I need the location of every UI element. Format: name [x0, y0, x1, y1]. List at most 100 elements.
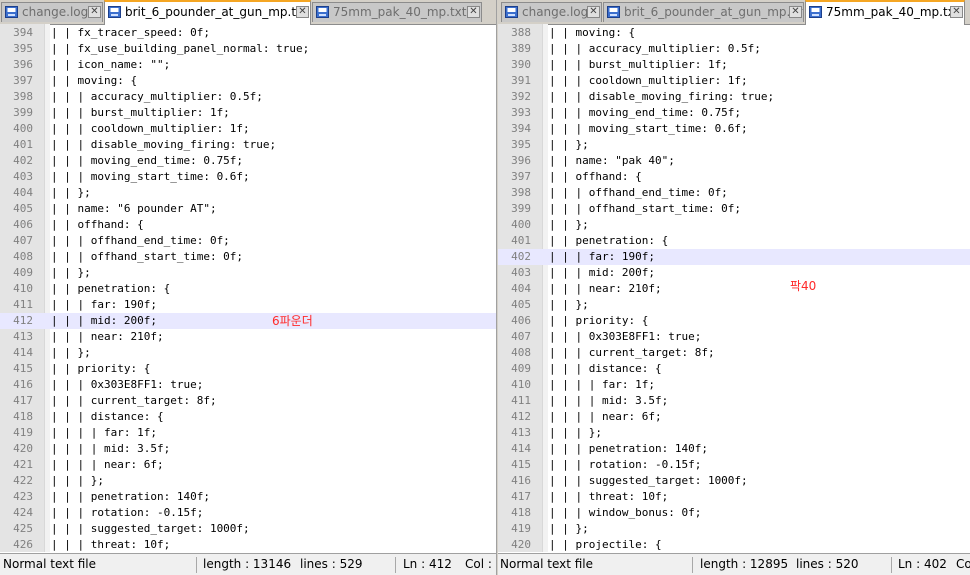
code-line[interactable]: 405 | | }; — [498, 297, 970, 313]
tab-brit-6-pounder[interactable]: brit_6_pounder_at_gun_mp.txt ✕ — [603, 2, 804, 22]
code-line[interactable]: 403 | | | mid: 200f; — [498, 265, 970, 281]
close-icon[interactable]: ✕ — [950, 6, 963, 18]
code-line[interactable]: 397 | | offhand: { — [498, 169, 970, 185]
code-line[interactable]: 401 | | | disable_moving_firing: true; — [0, 137, 496, 153]
code-line[interactable]: 406 | | offhand: { — [0, 217, 496, 233]
code-line[interactable]: 423 | | | penetration: 140f; — [0, 489, 496, 505]
code-line[interactable]: 401 | | penetration: { — [498, 233, 970, 249]
status-file-type: Normal text file — [3, 557, 97, 571]
code-line[interactable]: 424 | | | rotation: -0.15f; — [0, 505, 496, 521]
code-text: | | | moving_end_time: 0.75f; — [549, 106, 742, 119]
tab-change-log[interactable]: change.log ✕ — [501, 2, 602, 22]
code-text: | | | suggested_target: 1000f; — [51, 522, 250, 535]
code-line[interactable]: 388 | | moving: { — [498, 25, 970, 41]
code-line[interactable]: 393 | | | moving_end_time: 0.75f; — [498, 105, 970, 121]
code-line[interactable]: 418 | | | distance: { — [0, 409, 496, 425]
code-line[interactable]: 411 | | | | mid: 3.5f; — [498, 393, 970, 409]
code-line[interactable]: 400 | | | cooldown_multiplier: 1f; — [0, 121, 496, 137]
code-line[interactable]: 409 | | | distance: { — [498, 361, 970, 377]
file-icon — [809, 6, 822, 18]
code-text: | | | penetration: 140f; — [549, 442, 708, 455]
text-editor[interactable]: 388 | | moving: {389 | | | accuracy_multip… — [498, 24, 970, 552]
tab-pak-40[interactable]: 75mm_pak_40_mp.txt ✕ — [312, 2, 482, 22]
code-line[interactable]: 414 | | | penetration: 140f; — [498, 441, 970, 457]
close-icon[interactable]: ✕ — [88, 6, 101, 18]
code-line[interactable]: 414 | | }; — [0, 345, 496, 361]
close-icon[interactable]: ✕ — [789, 6, 802, 18]
code-line[interactable]: 417 | | | threat: 10f; — [498, 489, 970, 505]
code-line[interactable]: 420 | | projectile: { — [498, 537, 970, 552]
code-line[interactable]: 407 | | | offhand_end_time: 0f; — [0, 233, 496, 249]
file-icon — [316, 6, 329, 18]
code-line[interactable]: 413 | | | near: 210f; — [0, 329, 496, 345]
code-line[interactable]: 410 | | | | far: 1f; — [498, 377, 970, 393]
line-number: 415 — [13, 362, 33, 375]
code-line[interactable]: 408 | | | offhand_start_time: 0f; — [0, 249, 496, 265]
status-lines: lines : 520 — [796, 557, 859, 571]
code-line[interactable]: 390 | | | burst_multiplier: 1f; — [498, 57, 970, 73]
close-icon[interactable]: ✕ — [296, 6, 309, 18]
code-line[interactable]: 396 | | icon_name: ""; — [0, 57, 496, 73]
tab-change-log[interactable]: change.log ✕ — [1, 2, 103, 22]
code-line[interactable]: 396 | | name: "pak 40"; — [498, 153, 970, 169]
line-number: 415 — [511, 458, 531, 471]
code-line[interactable]: 404 | | | near: 210f; — [498, 281, 970, 297]
code-line[interactable]: 398 | | | offhand_end_time: 0f; — [498, 185, 970, 201]
code-line[interactable]: 413 | | | }; — [498, 425, 970, 441]
code-line[interactable]: 417 | | | current_target: 8f; — [0, 393, 496, 409]
file-icon — [505, 6, 518, 18]
code-line[interactable]: 421 | | | | near: 6f; — [0, 457, 496, 473]
code-line[interactable]: 392 | | | disable_moving_firing: true; — [498, 89, 970, 105]
tab-brit-6-pounder[interactable]: brit_6_pounder_at_gun_mp.txt ✕ — [104, 0, 311, 25]
code-line[interactable]: 420 | | | | mid: 3.5f; — [0, 441, 496, 457]
code-line[interactable]: 425 | | | suggested_target: 1000f; — [0, 521, 496, 537]
code-line[interactable]: 415 | | | rotation: -0.15f; — [498, 457, 970, 473]
code-line[interactable]: 397 | | moving: { — [0, 73, 496, 89]
code-line[interactable]: 426 | | | threat: 10f; — [0, 537, 496, 552]
code-text: | | | | mid: 3.5f; — [549, 394, 669, 407]
tab-pak-40[interactable]: 75mm_pak_40_mp.txt ✕ — [805, 0, 965, 25]
code-line[interactable]: 406 | | priority: { — [498, 313, 970, 329]
code-line[interactable]: 419 | | }; — [498, 521, 970, 537]
code-line[interactable]: 418 | | | window_bonus: 0f; — [498, 505, 970, 521]
code-line[interactable]: 395 | | }; — [498, 137, 970, 153]
line-number: 397 — [13, 74, 33, 87]
line-number: 409 — [511, 362, 531, 375]
code-line[interactable]: 399 | | | burst_multiplier: 1f; — [0, 105, 496, 121]
code-line[interactable]: 419 | | | | far: 1f; — [0, 425, 496, 441]
code-text: | | | offhand_start_time: 0f; — [549, 202, 742, 215]
code-line[interactable]: 394 | | fx_tracer_speed: 0f; — [0, 25, 496, 41]
code-line[interactable]: 389 | | | accuracy_multiplier: 0.5f; — [498, 41, 970, 57]
code-line[interactable]: 410 | | penetration: { — [0, 281, 496, 297]
code-line[interactable]: 391 | | | cooldown_multiplier: 1f; — [498, 73, 970, 89]
code-line[interactable]: 416 | | | 0x303E8FF1: true; — [0, 377, 496, 393]
code-line[interactable]: 403 | | | moving_start_time: 0.6f; — [0, 169, 496, 185]
code-line[interactable]: 404 | | }; — [0, 185, 496, 201]
code-line[interactable]: 407 | | | 0x303E8FF1: true; — [498, 329, 970, 345]
code-line[interactable]: 400 | | }; — [498, 217, 970, 233]
code-line[interactable]: 395 | | fx_use_building_panel_normal: tru… — [0, 41, 496, 57]
code-line[interactable]: 402 | | | moving_end_time: 0.75f; — [0, 153, 496, 169]
line-number: 395 — [511, 138, 531, 151]
close-icon[interactable]: ✕ — [587, 6, 600, 18]
code-text: | | | | near: 6f; — [549, 410, 662, 423]
code-line[interactable]: 398 | | | accuracy_multiplier: 0.5f; — [0, 89, 496, 105]
code-line[interactable]: 416 | | | suggested_target: 1000f; — [498, 473, 970, 489]
close-icon[interactable]: ✕ — [467, 6, 480, 18]
code-line[interactable]: 422 | | | }; — [0, 473, 496, 489]
code-line[interactable]: 412 | | | | near: 6f; — [498, 409, 970, 425]
code-line[interactable]: 405 | | name: "6 pounder AT"; — [0, 201, 496, 217]
code-line[interactable]: 412 | | | mid: 200f; — [0, 313, 496, 329]
code-line[interactable]: 399 | | | offhand_start_time: 0f; — [498, 201, 970, 217]
tab-label: change.log — [22, 5, 89, 19]
code-line[interactable]: 394 | | | moving_start_time: 0.6f; — [498, 121, 970, 137]
code-line[interactable]: 408 | | | current_target: 8f; — [498, 345, 970, 361]
code-line[interactable]: 411 | | | far: 190f; — [0, 297, 496, 313]
code-line[interactable]: 402 | | | far: 190f; — [498, 249, 970, 265]
code-line[interactable]: 415 | | priority: { — [0, 361, 496, 377]
line-number: 399 — [511, 202, 531, 215]
text-editor[interactable]: 394 | | fx_tracer_speed: 0f; 395 | | fx_use… — [0, 24, 496, 552]
code-line[interactable]: 409 | | }; — [0, 265, 496, 281]
line-number: 392 — [511, 90, 531, 103]
line-number: 390 — [511, 58, 531, 71]
